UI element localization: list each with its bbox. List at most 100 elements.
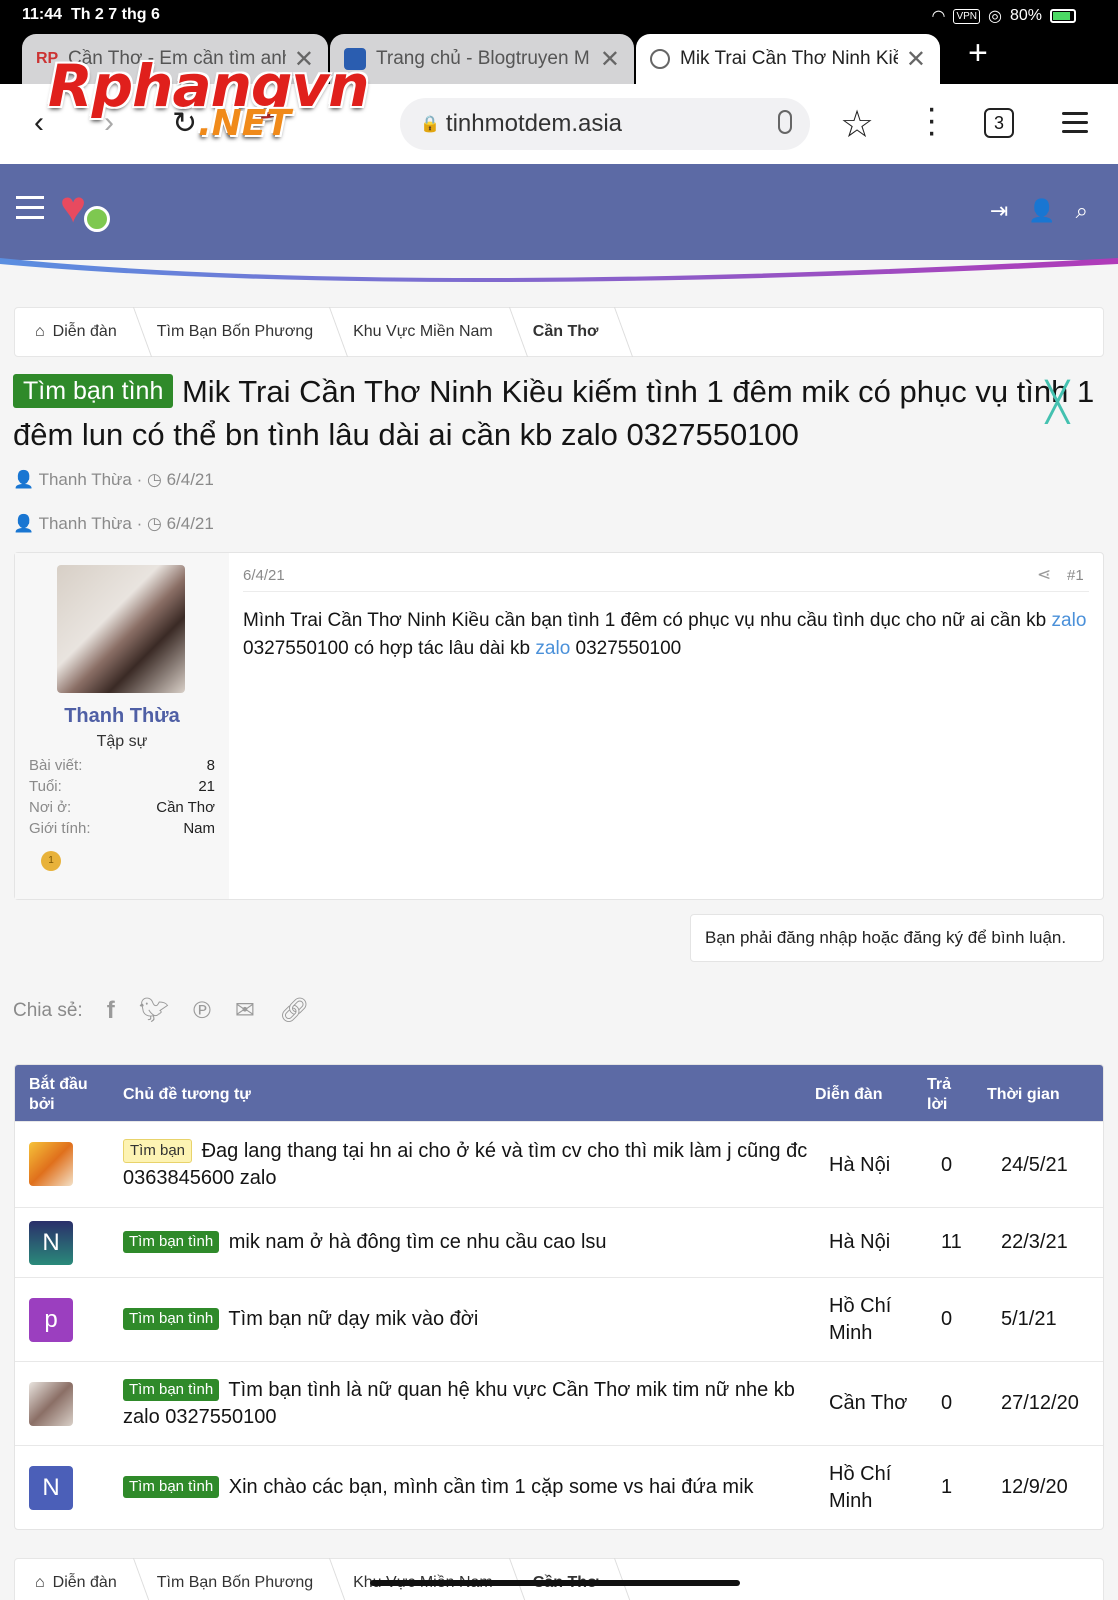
prefix-badge[interactable]: Tìm bạn tình <box>123 1231 220 1253</box>
stat-gender: Giới tính: Nam <box>29 820 215 837</box>
table-row[interactable]: N Tìm bạn tình mik nam ở hà đông tìm ce … <box>15 1207 1103 1277</box>
tab-strip: RP Cần Thơ - Em cần tìm anh ✕ Trang chủ … <box>0 32 1118 84</box>
tab-count-button[interactable]: 3 <box>984 108 1014 138</box>
stat-location: Nơi ở: Cần Thơ <box>29 799 215 816</box>
address-bar[interactable]: 🔒 tinhmotdem.asia <box>400 98 810 150</box>
breadcrumb-can-tho[interactable]: Cần Thơ <box>513 1558 619 1600</box>
share-label: Chia sẻ: <box>13 999 83 1021</box>
table-row[interactable]: Tìm bạn tình Tìm bạn tình là nữ quan hệ … <box>15 1361 1103 1445</box>
avatar[interactable] <box>29 1142 73 1186</box>
breadcrumb-forums[interactable]: ⌂ Diễn đàn <box>15 1558 137 1600</box>
thread-author[interactable]: Thanh Thừa <box>39 470 132 489</box>
zalo-link[interactable]: zalo <box>1052 610 1087 631</box>
login-icon[interactable]: ⇥ <box>990 198 1008 224</box>
link-icon[interactable]: 🔗︎ <box>279 996 309 1025</box>
header-actions: ⇥ 👤 ⌕ <box>990 198 1088 224</box>
blogtruyen-favicon-icon <box>344 48 366 70</box>
bookmark-star-icon[interactable]: ☆ <box>840 102 874 147</box>
post-date[interactable]: 6/4/21 <box>243 567 285 584</box>
close-tab-icon[interactable]: ✕ <box>294 45 314 74</box>
vpn-badge: VPN <box>953 8 980 24</box>
post-username[interactable]: Thanh Thừa <box>15 705 229 728</box>
breadcrumb-find-friends[interactable]: Tìm Bạn Bốn Phương <box>137 1558 333 1600</box>
new-tab-icon[interactable]: + <box>968 34 988 73</box>
col-topic: Chủ đề tương tự <box>123 1086 251 1103</box>
globe-icon <box>650 49 670 69</box>
row-forum[interactable]: Hồ Chí Minh <box>829 1293 919 1347</box>
row-date: 22/3/21 <box>1001 1231 1068 1253</box>
table-row[interactable]: N Tìm bạn tình Xin chào các bạn, mình cầ… <box>15 1445 1103 1529</box>
prefix-badge[interactable]: Tìm bạn tình <box>123 1476 220 1498</box>
home-indicator[interactable] <box>370 1580 740 1586</box>
row-date: 27/12/20 <box>1001 1392 1079 1414</box>
prefix-badge[interactable]: Tìm bạn tình <box>123 1379 220 1401</box>
header-swoosh <box>0 258 1118 282</box>
url-text: tinhmotdem.asia <box>445 110 623 137</box>
more-options-icon[interactable]: · · · <box>926 91 937 149</box>
site-logo-heart-icon[interactable]: ♥ <box>60 186 86 230</box>
email-icon[interactable]: ✉ <box>235 996 255 1025</box>
facebook-icon[interactable]: f <box>107 997 115 1025</box>
avatar[interactable]: N <box>29 1221 73 1265</box>
breadcrumb: ⌂ Diễn đàn Tìm Bạn Bốn Phương Khu Vực Miề… <box>14 307 1104 357</box>
zalo-link[interactable]: zalo <box>535 638 570 659</box>
row-replies: 11 <box>941 1231 962 1253</box>
browser-tab-3-active[interactable]: Mik Trai Cần Thơ Ninh Kiều ✕ <box>636 34 940 84</box>
twitter-icon[interactable]: 🐦︎ <box>139 996 169 1025</box>
hamburger-menu-icon[interactable] <box>16 196 44 226</box>
table-row[interactable]: Tìm bạn Đag lang thang tại hn ai cho ở k… <box>15 1121 1103 1207</box>
page-title: Tìm bạn tình Mik Trai Cần Thơ Ninh Kiều … <box>13 370 1103 456</box>
close-tab-icon[interactable]: ✕ <box>906 45 926 74</box>
avatar[interactable]: p <box>29 1298 73 1342</box>
trophy-medal-icon[interactable]: 1 <box>41 851 61 871</box>
battery-icon <box>1050 9 1076 23</box>
post-number[interactable]: #1 <box>1067 567 1084 584</box>
row-forum[interactable]: Hà Nội <box>829 1229 919 1256</box>
post-message: Thanh Thừa Tập sự Bài viết: 8 Tuổi: 21 Nơi… <box>14 552 1104 900</box>
row-forum[interactable]: Hà Nội <box>829 1152 919 1179</box>
browser-tab-1[interactable]: RP Cần Thơ - Em cần tìm anh ✕ <box>22 34 328 84</box>
prefix-badge[interactable]: Tìm bạn tình <box>123 1308 220 1330</box>
thread-author[interactable]: Thanh Thừa <box>39 514 132 533</box>
table-row[interactable]: p Tìm bạn tình Tìm bạn nữ dạy mik vào đờ… <box>15 1277 1103 1361</box>
share-post-icon[interactable]: ⋖ <box>1037 565 1051 585</box>
pinterest-icon[interactable]: ℗ <box>193 997 211 1025</box>
back-icon[interactable]: ‹ <box>34 106 44 140</box>
row-date: 24/5/21 <box>1001 1154 1068 1176</box>
breadcrumb-south-region[interactable]: Khu Vực Miền Nam <box>333 1558 513 1600</box>
clock-icon: ◷ <box>147 470 162 489</box>
close-tab-icon[interactable]: ✕ <box>600 45 620 74</box>
thread-prefix-badge[interactable]: Tìm bạn tình <box>13 374 174 408</box>
forward-icon[interactable]: › <box>104 106 114 140</box>
avatar[interactable]: N <box>29 1466 73 1510</box>
prefix-badge[interactable]: Tìm bạn <box>123 1139 193 1163</box>
lock-icon: 🔒 <box>420 116 440 133</box>
thread-date: 6/4/21 <box>166 470 214 489</box>
register-icon[interactable]: 👤 <box>1028 198 1055 224</box>
login-required-notice[interactable]: Bạn phải đăng nhập hoặc đăng ký để bình … <box>690 914 1104 962</box>
share-bar: Chia sẻ: f 🐦︎ ℗ ✉ 🔗︎ <box>13 996 309 1025</box>
post-user-pane: Thanh Thừa Tập sự Bài viết: 8 Tuổi: 21 Nơi… <box>15 553 229 899</box>
browser-menu-icon[interactable] <box>1062 112 1088 139</box>
tab-title: Trang chủ - Blogtruyen M <box>376 48 590 69</box>
browser-tab-2[interactable]: Trang chủ - Blogtruyen M ✕ <box>330 34 634 84</box>
close-ad-icon[interactable]: ╳ <box>1046 380 1069 425</box>
microphone-icon[interactable] <box>778 110 792 134</box>
row-replies: 1 <box>941 1476 953 1498</box>
breadcrumb-south-region[interactable]: Khu Vực Miền Nam <box>333 307 513 357</box>
breadcrumb-can-tho[interactable]: Cần Thơ <box>513 307 619 357</box>
row-forum[interactable]: Cần Thơ <box>829 1390 919 1417</box>
site-logo-clock-icon <box>84 206 110 232</box>
search-icon[interactable]: ⌕ <box>1076 198 1088 224</box>
reload-icon[interactable]: ↻ <box>172 106 197 141</box>
breadcrumb-find-friends[interactable]: Tìm Bạn Bốn Phương <box>137 307 333 357</box>
avatar[interactable] <box>57 565 185 693</box>
thread-meta-repeat: 👤 Thanh Thừa · ◷ 6/4/21 <box>13 514 214 533</box>
avatar[interactable] <box>29 1382 73 1426</box>
rp-favicon-icon: RP <box>36 50 59 67</box>
user-icon: 👤 <box>13 470 35 489</box>
row-forum[interactable]: Hồ Chí Minh <box>829 1461 919 1515</box>
status-bar: 11:44 Th 2 7 thg 6 ◠ VPN ◎ 80% <box>0 0 1118 32</box>
col-forum: Diễn đàn <box>815 1086 883 1103</box>
breadcrumb-forums[interactable]: ⌂ Diễn đàn <box>15 307 137 357</box>
